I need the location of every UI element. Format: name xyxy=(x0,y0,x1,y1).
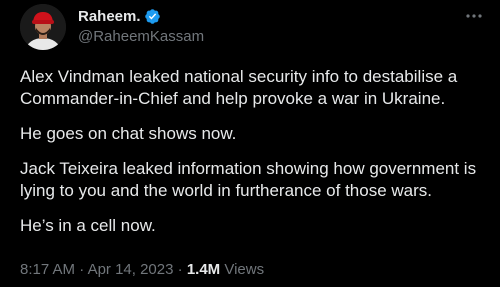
display-name[interactable]: Raheem. xyxy=(78,8,141,25)
tweet-card: Raheem. @RaheemKassam Alex Vindman leake… xyxy=(0,0,500,287)
author-block: Raheem. @RaheemKassam xyxy=(78,6,204,46)
tweet-time[interactable]: 8:17 AM xyxy=(20,261,75,278)
tweet-paragraph: He’s in a cell now. xyxy=(20,216,156,235)
tweet-paragraph: Alex Vindman leaked national security in… xyxy=(20,67,458,108)
meta-separator: · xyxy=(79,261,85,278)
views-label: Views xyxy=(224,261,265,278)
author-handle[interactable]: @RaheemKassam xyxy=(78,28,204,45)
display-name-row: Raheem. xyxy=(78,6,204,26)
tweet-meta: 8:17 AM · Apr 14, 2023 · 1.4M Views xyxy=(20,261,264,278)
views-count[interactable]: 1.4M xyxy=(187,261,220,278)
more-horizontal-icon[interactable] xyxy=(464,6,484,26)
tweet-header: Raheem. @RaheemKassam xyxy=(20,4,484,52)
tweet-paragraph: Jack Teixeira leaked information showing… xyxy=(20,159,477,200)
tweet-paragraph: He goes on chat shows now. xyxy=(20,124,237,143)
meta-separator: · xyxy=(177,261,183,278)
avatar-image xyxy=(20,4,66,50)
verified-badge-icon[interactable] xyxy=(144,8,161,25)
tweet-text: Alex Vindman leaked national security in… xyxy=(20,66,490,250)
tweet-date[interactable]: Apr 14, 2023 xyxy=(88,261,174,278)
avatar[interactable] xyxy=(20,4,66,50)
